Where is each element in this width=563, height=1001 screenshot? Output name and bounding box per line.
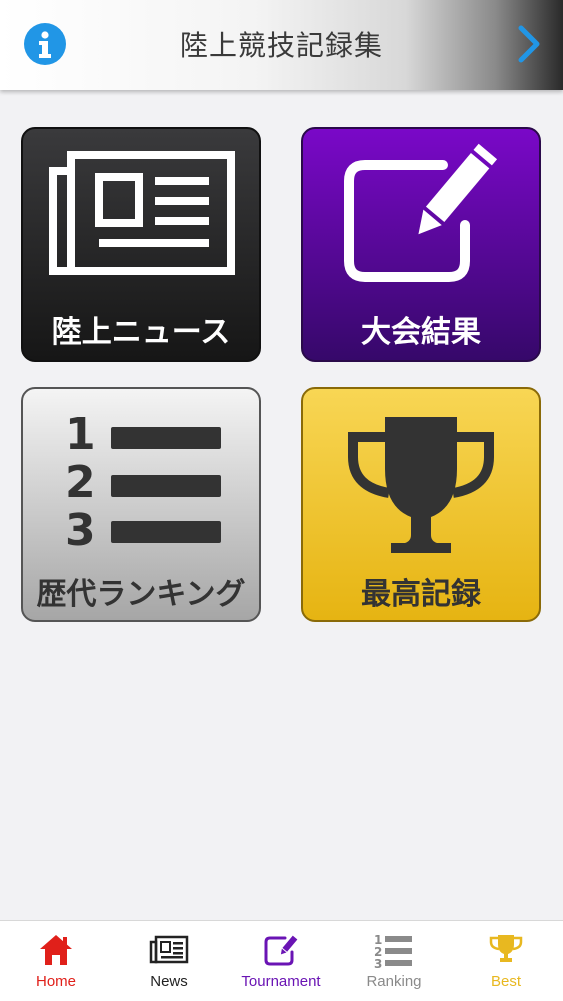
best-tile-label: 最高記録: [361, 577, 481, 612]
tab-ranking-label: Ranking: [366, 973, 422, 990]
newspaper-icon: [149, 935, 189, 964]
best-tile[interactable]: 最高記録: [301, 387, 541, 622]
tab-home-label: Home: [35, 973, 76, 990]
app-header: 陸上競技記録集: [0, 0, 563, 90]
ranking-list-icon: 1 2 3: [374, 933, 412, 971]
edit-icon: [264, 935, 298, 966]
news-tile[interactable]: 陸上ニュース: [21, 127, 261, 362]
tab-best-label: Best: [490, 973, 521, 990]
ranking-tile-label: 歴代ランキング: [36, 577, 246, 612]
chevron-right-icon: [518, 25, 540, 63]
svg-text:2: 2: [65, 457, 96, 508]
tab-news-label: News: [150, 973, 188, 990]
next-button[interactable]: [515, 24, 545, 64]
svg-text:3: 3: [65, 505, 96, 556]
tab-tournament-label: Tournament: [241, 973, 321, 990]
ranking-tile[interactable]: 1 2 3 歴代ランキング: [21, 387, 261, 622]
tab-best[interactable]: Best: [450, 921, 562, 1001]
trophy-icon: [489, 935, 523, 962]
tab-news[interactable]: News: [113, 921, 225, 1001]
news-tile-label: 陸上ニュース: [51, 315, 231, 350]
bottom-tab-bar: Home News Tournament 1 2 3 Ranking Best: [0, 920, 563, 1001]
tab-tournament[interactable]: Tournament: [225, 921, 337, 1001]
home-icon: [40, 935, 72, 965]
tab-home[interactable]: Home: [0, 921, 112, 1001]
tab-ranking[interactable]: 1 2 3 Ranking: [338, 921, 450, 1001]
svg-text:3: 3: [374, 957, 382, 971]
tournament-tile[interactable]: 大会結果: [301, 127, 541, 362]
svg-text:1: 1: [65, 409, 96, 460]
page-title: 陸上競技記録集: [179, 29, 383, 62]
tournament-tile-label: 大会結果: [361, 315, 481, 350]
